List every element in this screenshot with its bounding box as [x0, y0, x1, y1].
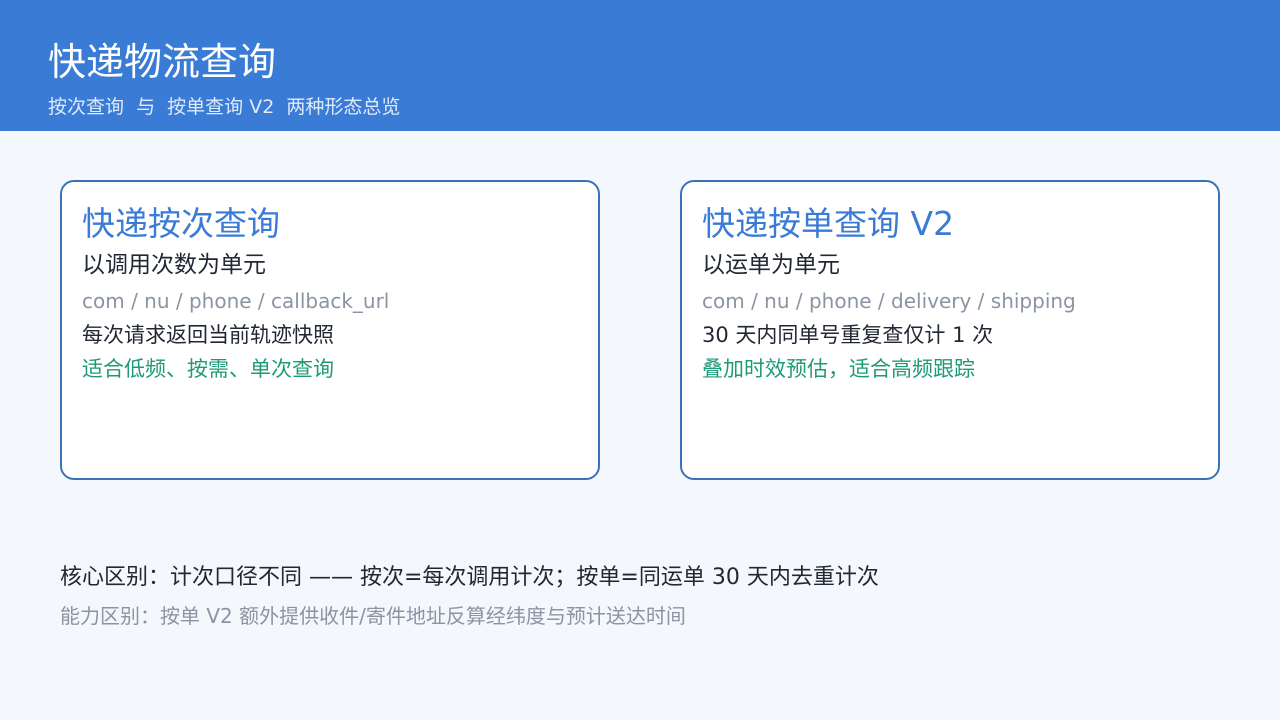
page-subtitle: 按次查询 与 按单查询 V2 两种形态总览 [48, 96, 401, 118]
card-title: 快递按次查询 [82, 204, 280, 243]
card-params: com / nu / phone / delivery / shipping [702, 289, 1076, 313]
core-difference-note: 核心区别：计次口径不同 —— 按次=每次调用计次；按单=同运单 30 天内去重计… [60, 565, 879, 590]
card-per-waybill-query-v2: 快递按单查询 V2 以运单为单元 com / nu / phone / deli… [680, 180, 1220, 480]
card-description: 30 天内同单号重复查仅计 1 次 [702, 323, 994, 347]
page-header: 快递物流查询 按次查询 与 按单查询 V2 两种形态总览 [0, 0, 1280, 131]
card-unit: 以调用次数为单元 [82, 252, 266, 278]
card-description: 每次请求返回当前轨迹快照 [82, 323, 334, 347]
card-unit: 以运单为单元 [702, 252, 840, 278]
card-highlight: 适合低频、按需、单次查询 [82, 357, 334, 381]
card-per-call-query: 快递按次查询 以调用次数为单元 com / nu / phone / callb… [60, 180, 600, 480]
card-params: com / nu / phone / callback_url [82, 289, 390, 313]
page-title: 快递物流查询 [48, 40, 277, 84]
capability-difference-note: 能力区别：按单 V2 额外提供收件/寄件地址反算经纬度与预计送达时间 [60, 604, 686, 628]
card-highlight: 叠加时效预估，适合高频跟踪 [702, 357, 975, 381]
card-title: 快递按单查询 V2 [702, 204, 955, 243]
